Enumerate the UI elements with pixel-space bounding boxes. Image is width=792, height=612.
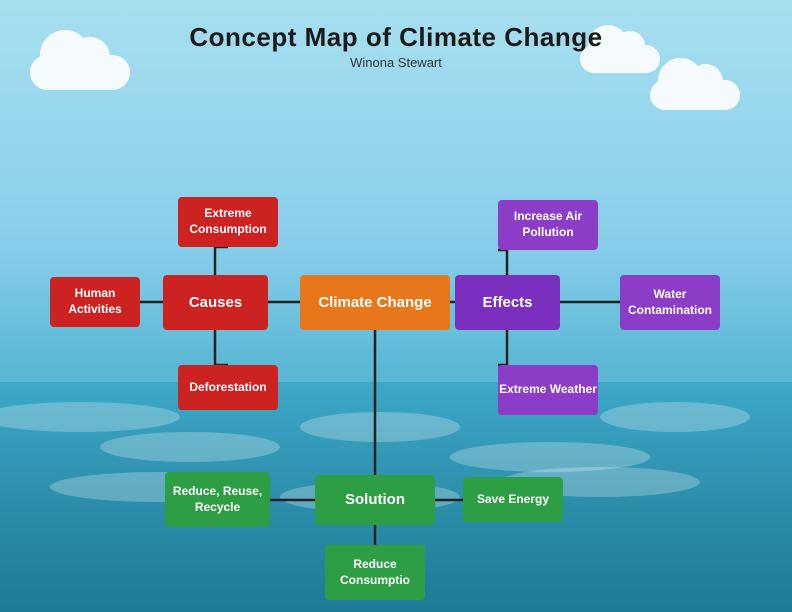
save-energy-box: Save Energy [463, 477, 563, 522]
author-label: Winona Stewart [0, 55, 792, 70]
reduce-reuse-recycle-label: Reduce, Reuse, Recycle [165, 484, 270, 515]
water-contamination-box: Water Contamination [620, 275, 720, 330]
reduce-reuse-recycle-box: Reduce, Reuse, Recycle [165, 472, 270, 527]
extreme-consumption-label: Extreme Consumption [178, 206, 278, 237]
water-contamination-label: Water Contamination [620, 287, 720, 318]
save-energy-label: Save Energy [477, 492, 549, 508]
causes-label: Causes [189, 293, 242, 313]
extreme-weather-box: Extreme Weather [498, 365, 598, 415]
reduce-consumption-box: Reduce Consumptio [325, 545, 425, 600]
human-activities-label: Human Activities [50, 286, 140, 317]
page-title: Concept Map of Climate Change [0, 22, 792, 53]
effects-label: Effects [482, 293, 532, 313]
reduce-consumption-label: Reduce Consumptio [325, 557, 425, 588]
effects-box: Effects [455, 275, 560, 330]
extreme-weather-label: Extreme Weather [499, 382, 597, 398]
climate-change-box: Climate Change [300, 275, 450, 330]
air-pollution-label: Increase Air Pollution [498, 209, 598, 240]
deforestation-box: Deforestation [178, 365, 278, 410]
solution-label: Solution [345, 490, 405, 510]
concept-map-diagram: Climate Change Causes Human Activities E… [0, 80, 792, 580]
climate-change-label: Climate Change [318, 293, 431, 313]
main-content: Concept Map of Climate Change Winona Ste… [0, 0, 792, 612]
extreme-consumption-box: Extreme Consumption [178, 197, 278, 247]
deforestation-label: Deforestation [189, 380, 266, 396]
causes-box: Causes [163, 275, 268, 330]
human-activities-box: Human Activities [50, 277, 140, 327]
solution-box: Solution [315, 475, 435, 525]
air-pollution-box: Increase Air Pollution [498, 200, 598, 250]
title-area: Concept Map of Climate Change Winona Ste… [0, 0, 792, 70]
